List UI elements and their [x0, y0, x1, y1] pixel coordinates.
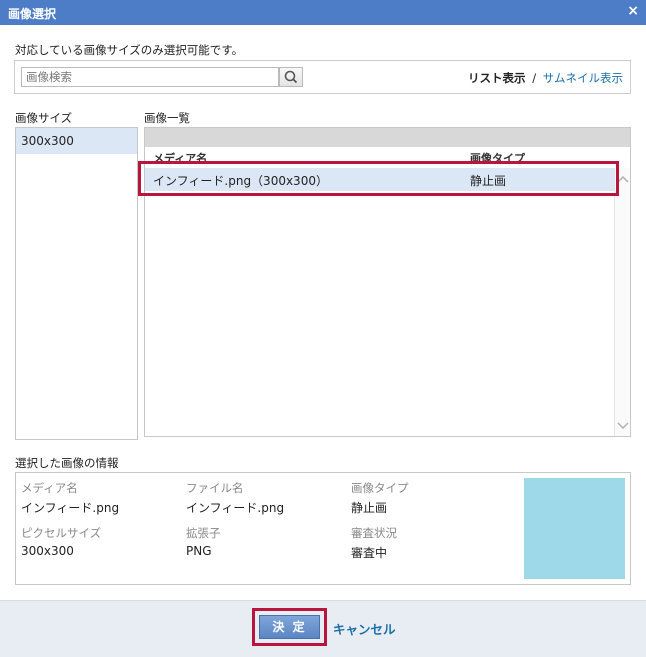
file-name-value: インフィード.png [186, 501, 285, 515]
instruction-text: 対応している画像サイズのみ選択可能です。 [15, 43, 244, 57]
row-media-name: インフィード.png（300x300） [153, 174, 328, 188]
thumbnail-view-link[interactable]: サムネイル表示 [543, 71, 623, 85]
review-status-value: 審査中 [351, 546, 388, 560]
list-view-toggle[interactable]: リスト表示 [468, 71, 526, 85]
image-list: メディア名 画像タイプ インフィード.png（300x300） 静止画 [144, 127, 631, 437]
view-separator: / [532, 71, 537, 85]
file-name-label: ファイル名 [186, 481, 244, 495]
dialog-titlebar: 画像選択 × [0, 0, 646, 25]
row-image-type: 静止画 [470, 174, 507, 188]
image-thumbnail [524, 478, 625, 579]
extension-value: PNG [186, 544, 212, 558]
image-type-value: 静止画 [351, 501, 388, 515]
extension-label: 拡張子 [186, 526, 221, 540]
media-name-value: インフィード.png [21, 501, 120, 515]
view-toggle: リスト表示 / サムネイル表示 [468, 70, 623, 86]
size-item-300x300[interactable]: 300x300 [16, 128, 137, 154]
image-list-heading: 画像一覧 [144, 111, 190, 125]
media-name-label: メディア名 [21, 481, 78, 495]
size-panel-heading: 画像サイズ [15, 111, 73, 125]
column-header-media-name[interactable]: メディア名 [153, 150, 207, 166]
chevron-up-icon[interactable] [617, 174, 629, 184]
pixel-size-label: ピクセルサイズ [21, 526, 102, 540]
scrollbar[interactable] [614, 168, 630, 436]
close-icon[interactable]: × [627, 3, 639, 19]
search-panel: リスト表示 / サムネイル表示 [14, 60, 631, 94]
ok-button[interactable]: 決 定 [259, 615, 320, 639]
list-toolbar [145, 128, 630, 147]
size-list: 300x300 [15, 127, 138, 440]
search-input[interactable] [21, 67, 279, 87]
pixel-size-value: 300x300 [21, 544, 74, 558]
selected-info-heading: 選択した画像の情報 [15, 456, 119, 470]
review-status-label: 審査状況 [351, 526, 397, 540]
table-row[interactable]: インフィード.png（300x300） 静止画 [145, 168, 615, 191]
dialog-footer [0, 600, 646, 657]
selected-image-info: メディア名 インフィード.png ファイル名 インフィード.png 画像タイプ … [15, 472, 631, 585]
chevron-down-icon[interactable] [617, 421, 629, 431]
search-button[interactable] [279, 67, 303, 87]
dialog-title: 画像選択 [8, 7, 57, 21]
search-icon [284, 70, 298, 84]
image-type-label: 画像タイプ [351, 481, 409, 495]
column-header-image-type[interactable]: 画像タイプ [470, 150, 525, 166]
list-header: メディア名 画像タイプ [145, 147, 630, 166]
cancel-link[interactable]: キャンセル [333, 619, 396, 638]
